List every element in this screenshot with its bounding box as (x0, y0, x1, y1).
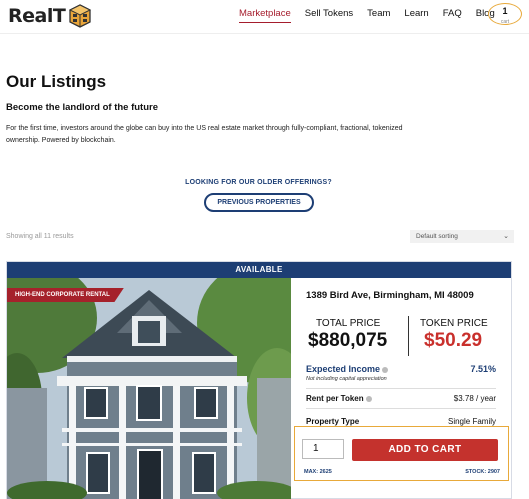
listing-status: AVAILABLE (7, 262, 511, 278)
previous-properties-button[interactable]: PREVIOUS PROPERTIES (204, 193, 314, 212)
add-to-cart-panel: 1 ADD TO CART MAX: 2625 STOCK: 2907 (294, 426, 509, 481)
property-type-row: Property Type Single Family (306, 417, 496, 426)
token-price-value: $50.29 (424, 330, 483, 351)
rent-value: $3.78 / year (453, 394, 496, 403)
property-type-label: Property Type (306, 417, 360, 426)
property-photo[interactable]: HIGH-END CORPORATE RENTAL (7, 278, 291, 499)
sort-value: Default sorting (416, 233, 458, 240)
page-title: Our Listings (6, 72, 107, 91)
nav-sell-tokens[interactable]: Sell Tokens (305, 8, 353, 23)
chevron-down-icon: ⌄ (503, 233, 509, 240)
expected-income-value: 7.51% (470, 364, 496, 374)
page-description: For the first time, investors around the… (6, 125, 403, 144)
rent-label: Rent per Token (306, 394, 364, 403)
token-price-label: TOKEN PRICE (420, 318, 488, 329)
results-count: Showing all 11 results (6, 233, 74, 240)
site-header: RealT Marketplace Sell Tokens Team Learn… (0, 0, 529, 34)
sort-select[interactable]: Default sorting ⌄ (410, 230, 514, 243)
expected-income-note: Not including capital appreciation (306, 376, 387, 382)
cart-button[interactable]: 1 cart (488, 3, 522, 25)
listing-tag: HIGH-END CORPORATE RENTAL (7, 288, 124, 302)
nav-marketplace[interactable]: Marketplace (239, 8, 291, 23)
house-illustration (7, 278, 291, 499)
expected-income-row: Expected Income 7.51% (306, 364, 496, 374)
price-box: TOTAL PRICE $880,075 TOKEN PRICE $50.29 (306, 314, 501, 356)
older-offerings-link[interactable]: LOOKING FOR OUR OLDER OFFERINGS? (0, 179, 517, 186)
cart-count: 1 (502, 6, 508, 16)
brand-name: RealT (8, 5, 66, 27)
price-divider (408, 316, 409, 356)
realt-logo[interactable]: RealT (8, 3, 93, 29)
rent-row: Rent per Token $3.78 / year (306, 394, 496, 403)
nav-learn[interactable]: Learn (404, 8, 428, 23)
quantity-input[interactable]: 1 (302, 439, 344, 459)
info-icon[interactable] (382, 366, 389, 373)
stock-count: STOCK: 2907 (465, 469, 500, 475)
divider (306, 388, 496, 389)
total-price-value: $880,075 (308, 330, 388, 351)
total-price-label: TOTAL PRICE (316, 318, 381, 329)
cube-logo-icon (69, 4, 92, 28)
add-to-cart-button[interactable]: ADD TO CART (352, 439, 498, 461)
info-icon[interactable] (365, 395, 372, 402)
expected-income-label: Expected Income (306, 364, 381, 374)
property-address[interactable]: 1389 Bird Ave, Birmingham, MI 48009 (306, 290, 501, 301)
nav-team[interactable]: Team (367, 8, 390, 23)
cart-caption: cart (500, 19, 510, 25)
main-nav: Marketplace Sell Tokens Team Learn FAQ B… (239, 8, 509, 23)
page-subtitle: Become the landlord of the future (6, 102, 159, 113)
max-tokens: MAX: 2625 (304, 469, 332, 475)
divider (306, 408, 496, 409)
property-type-value: Single Family (447, 417, 496, 426)
nav-faq[interactable]: FAQ (443, 8, 462, 23)
